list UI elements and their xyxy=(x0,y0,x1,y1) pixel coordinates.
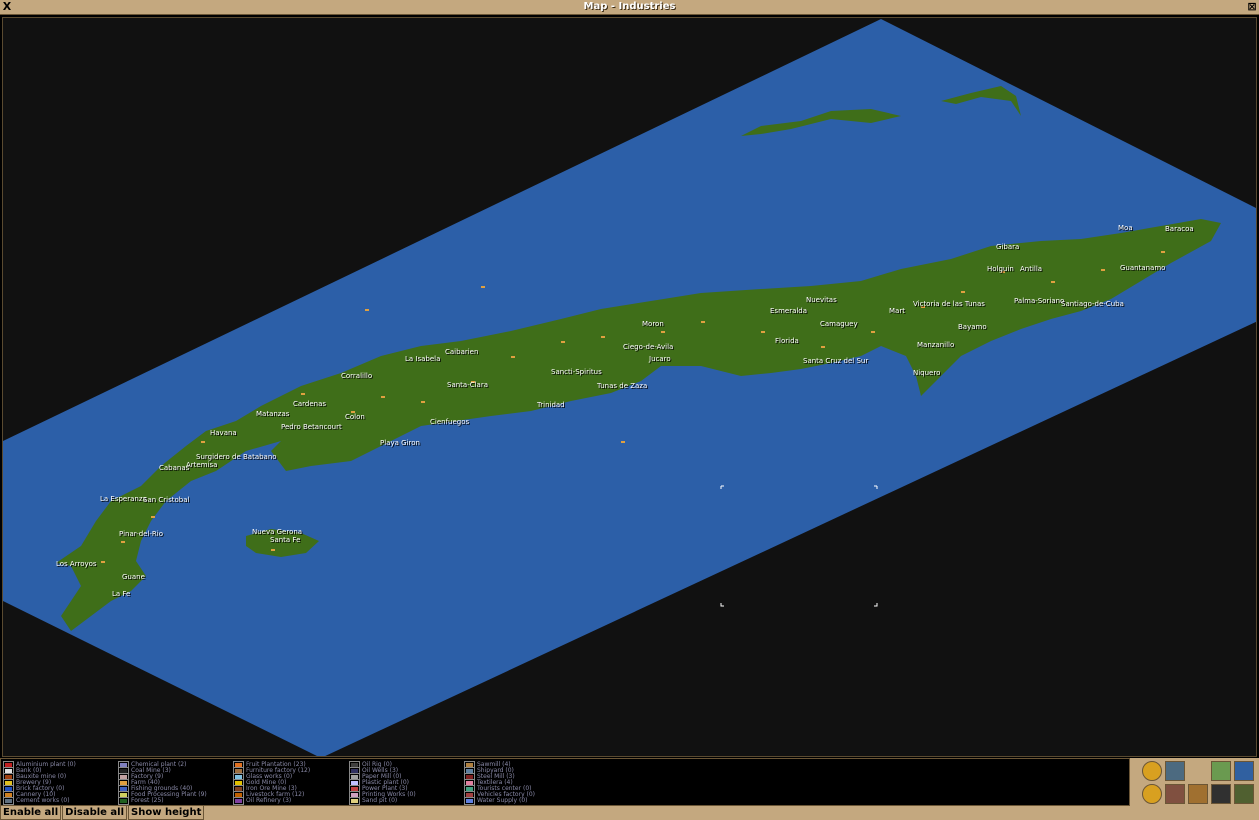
town-label: Camaguey xyxy=(820,320,858,328)
legend-swatch xyxy=(233,797,244,805)
industries-icon[interactable] xyxy=(1234,761,1254,781)
town-label: Santa Fe xyxy=(270,536,301,544)
town-label: Playa Giron xyxy=(380,439,420,447)
legend-swatch xyxy=(464,797,475,805)
toggle-town-names-icon[interactable] xyxy=(1234,784,1254,804)
smallmap-viewport[interactable]: Moa Baracoa Gibara Holguin Antilla Guantanamo… xyxy=(2,17,1257,757)
town-label: Santiago-de-Cuba xyxy=(1061,300,1124,308)
legend-label: Cement works (0) xyxy=(16,797,70,804)
disable-all-button[interactable]: Disable all xyxy=(62,805,128,820)
town-label: Artemisa xyxy=(186,461,218,469)
town-label: Surgidero de Batabano xyxy=(196,453,277,461)
town-label: Guantanamo xyxy=(1120,264,1166,272)
town-label: Jucaro xyxy=(649,355,671,363)
town-label: Guane xyxy=(122,573,145,581)
legend-column: Fruit Plantation (23) Furniture factory (… xyxy=(233,761,310,805)
town-label: La Fe xyxy=(112,590,131,598)
town-label: Colon xyxy=(345,413,365,421)
legend-item[interactable]: Forest (25) xyxy=(118,797,207,805)
town-label: Santa-Clara xyxy=(447,381,489,389)
legend-item[interactable]: Sand pit (0) xyxy=(349,797,416,805)
zoom-in-icon[interactable] xyxy=(1142,761,1162,781)
vehicles-icon[interactable] xyxy=(1165,784,1185,804)
town-label: Victoria de las Tunas xyxy=(913,300,985,308)
town-label: Moron xyxy=(642,320,664,328)
industry-legend: Aluminium plant (0) Bank (0) Bauxite mine … xyxy=(0,758,1130,806)
town-label: Matanzas xyxy=(256,410,290,418)
town-label: Gibara xyxy=(996,243,1020,251)
legend-swatch xyxy=(3,797,14,805)
town-label: Trinidad xyxy=(537,401,565,409)
town-label: Santa Cruz del Sur xyxy=(803,357,869,365)
legend-buttons: Enable all Disable all Show height xyxy=(0,805,205,820)
town-label: Cardenas xyxy=(293,400,327,408)
town-label: Havana xyxy=(210,429,237,437)
town-label: Sancti-Spiritus xyxy=(551,368,602,376)
legend-label: Water Supply (0) xyxy=(477,797,528,804)
show-height-button[interactable]: Show height xyxy=(128,805,205,820)
town-label: Pedro Betancourt xyxy=(281,423,342,431)
town-label: Niquero xyxy=(913,369,941,377)
town-label: Bayamo xyxy=(958,323,987,331)
town-label: Pinar-del-Rio xyxy=(119,530,164,538)
legend-item[interactable]: Oil Refinery (3) xyxy=(233,797,310,805)
legend-swatch xyxy=(118,797,129,805)
legend-column: Aluminium plant (0) Bank (0) Bauxite mine … xyxy=(3,761,76,805)
town-label: Esmeralda xyxy=(770,307,808,315)
routes-icon[interactable] xyxy=(1188,784,1208,804)
vegetation-icon[interactable] xyxy=(1211,761,1231,781)
town-label: Moa xyxy=(1118,224,1133,232)
town-label: Holguin xyxy=(987,265,1014,273)
town-label: Nueva Gerona xyxy=(252,528,303,536)
legend-column: Sawmill (4) Shipyard (0) Steel Mill (3) Tex… xyxy=(464,761,535,805)
zoom-out-icon[interactable] xyxy=(1142,784,1162,804)
town-label: Tunas de Zaza xyxy=(597,382,648,390)
map-controls xyxy=(1141,760,1259,806)
town-label: Ciego-de-Avila xyxy=(623,343,674,351)
town-label: Baracoa xyxy=(1165,225,1194,233)
town-label: Nuevitas xyxy=(806,296,837,304)
town-label: San Cristobal xyxy=(143,496,190,504)
town-label: La Esperanza xyxy=(100,495,147,503)
legend-swatch xyxy=(349,797,360,805)
legend-column: Chemical plant (2) Coal Mine (3) Factory (… xyxy=(118,761,207,805)
town-label: La Isabela xyxy=(405,355,441,363)
town-label: Cienfuegos xyxy=(430,418,470,426)
legend-item[interactable]: Cement works (0) xyxy=(3,797,76,805)
town-label: Palma-Soriano xyxy=(1014,297,1065,305)
bottom-panel: Aluminium plant (0) Bank (0) Bauxite mine … xyxy=(0,758,1259,820)
legend-item[interactable]: Water Supply (0) xyxy=(464,797,535,805)
enable-all-button[interactable]: Enable all xyxy=(0,805,62,820)
owners-icon[interactable] xyxy=(1211,784,1231,804)
window-title: Map - Industries xyxy=(583,1,676,12)
legend-label: Sand pit (0) xyxy=(362,797,398,804)
sticky-icon[interactable]: ⊠ xyxy=(1246,1,1258,13)
window-titlebar[interactable]: X Map - Industries ⊠ xyxy=(0,0,1259,15)
legend-column: Oil Rig (0) Oil Wells (3) Paper Mill (0) Pl… xyxy=(349,761,416,805)
town-label: Florida xyxy=(775,337,799,345)
town-label: Los Arroyos xyxy=(56,560,97,568)
town-label: Antilla xyxy=(1020,265,1043,273)
town-label: Mart xyxy=(889,307,905,315)
legend-label: Oil Refinery (3) xyxy=(246,797,292,804)
contours-icon[interactable] xyxy=(1165,761,1185,781)
legend-label: Forest (25) xyxy=(131,797,164,804)
town-label: Manzanillo xyxy=(917,341,955,349)
town-label: Cabanas xyxy=(159,464,190,472)
town-label: Corralillo xyxy=(341,372,373,380)
town-label: Caibarien xyxy=(445,348,479,356)
